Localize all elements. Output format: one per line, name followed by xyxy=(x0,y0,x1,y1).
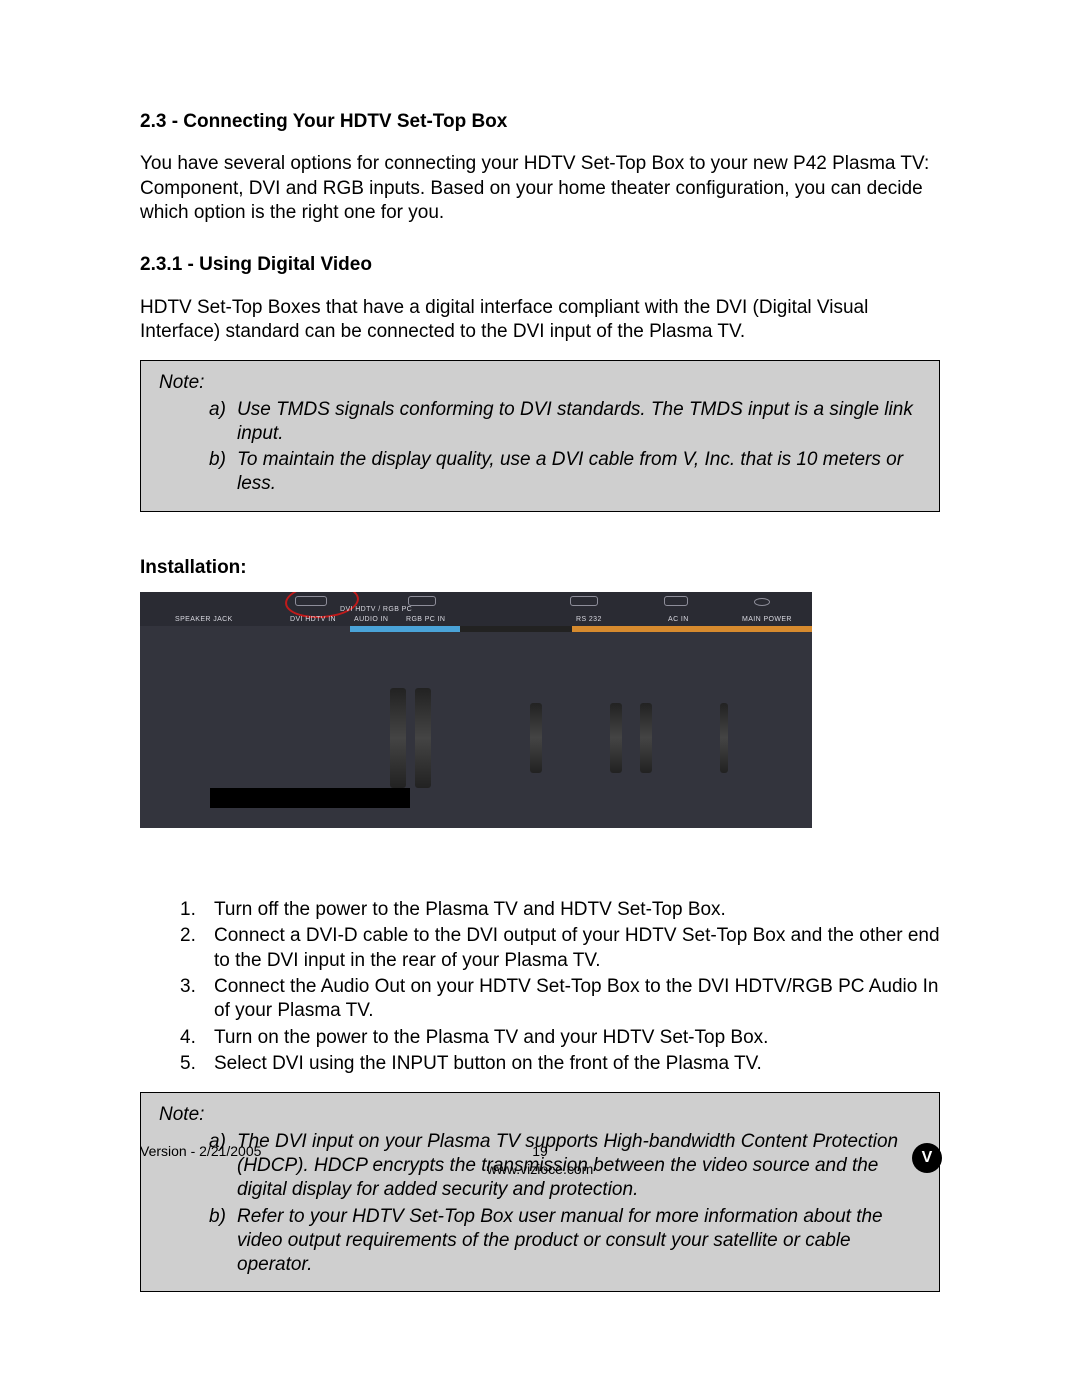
step-item: 2. Connect a DVI-D cable to the DVI outp… xyxy=(180,924,940,973)
footer-page-number: 19 xyxy=(532,1143,548,1159)
connector-icon xyxy=(415,688,431,788)
note-marker: b) xyxy=(209,448,226,472)
connector-icon xyxy=(390,688,406,788)
section-intro: You have several options for connecting … xyxy=(140,152,940,225)
footer-url: www.vizioce.com xyxy=(487,1161,594,1177)
port-icon xyxy=(408,596,436,606)
note-text: Use TMDS signals conforming to DVI stand… xyxy=(237,399,913,444)
step-item: 1. Turn off the power to the Plasma TV a… xyxy=(180,898,940,922)
port-label-main-power: MAIN POWER xyxy=(742,616,792,625)
port-label-rs232: RS 232 xyxy=(576,616,602,625)
step-text: Select DVI using the INPUT button on the… xyxy=(214,1053,762,1074)
step-text: Connect a DVI-D cable to the DVI output … xyxy=(214,925,940,970)
step-marker: 3. xyxy=(180,975,196,999)
note-item: a) Use TMDS signals conforming to DVI st… xyxy=(209,398,925,447)
connector-icon xyxy=(530,703,542,773)
step-marker: 1. xyxy=(180,898,196,922)
diagram-bar-icon xyxy=(210,788,410,808)
page-footer: Version - 2/21/2005 19 www.vizioce.com xyxy=(140,1143,940,1179)
step-item: 5. Select DVI using the INPUT button on … xyxy=(180,1052,940,1076)
step-text: Turn on the power to the Plasma TV and y… xyxy=(214,1027,768,1048)
step-item: 4. Turn on the power to the Plasma TV an… xyxy=(180,1026,940,1050)
port-label-ac-in: AC IN xyxy=(668,616,689,625)
note-label: Note: xyxy=(159,1103,925,1127)
port-label-speaker-jack: SPEAKER JACK xyxy=(175,616,233,625)
step-text: Turn off the power to the Plasma TV and … xyxy=(214,899,726,920)
step-marker: 5. xyxy=(180,1052,196,1076)
step-marker: 4. xyxy=(180,1026,196,1050)
installation-steps: 1. Turn off the power to the Plasma TV a… xyxy=(140,898,940,1076)
port-icon xyxy=(295,596,327,606)
port-icon xyxy=(754,598,770,606)
connector-icon xyxy=(720,703,728,773)
note-marker: b) xyxy=(209,1205,226,1229)
tv-back-panel-diagram: SPEAKER JACK DVI HDTV IN AUDIO IN DVI HD… xyxy=(140,592,812,828)
diagram-strip-icon xyxy=(572,626,812,632)
note-box-1: Note: a) Use TMDS signals conforming to … xyxy=(140,360,940,512)
connector-icon xyxy=(610,703,622,773)
note-box-2: Note: a) The DVI input on your Plasma TV… xyxy=(140,1092,940,1292)
diagram-strip-icon xyxy=(460,626,572,632)
diagram-strip-icon xyxy=(350,626,460,632)
note-text: Refer to your HDTV Set-Top Box user manu… xyxy=(237,1206,883,1276)
note-label: Note: xyxy=(159,371,925,395)
step-marker: 2. xyxy=(180,924,196,948)
port-label-rgb-pc-in: RGB PC IN xyxy=(406,616,445,625)
installation-heading: Installation: xyxy=(140,556,940,580)
connector-icon xyxy=(640,703,652,773)
note-item: b) Refer to your HDTV Set-Top Box user m… xyxy=(209,1205,925,1278)
port-label-dvi-rgb-pc: DVI HDTV / RGB PC xyxy=(340,606,412,615)
port-label-audio-in: AUDIO IN xyxy=(354,616,388,625)
step-text: Connect the Audio Out on your HDTV Set-T… xyxy=(214,976,938,1021)
section-heading: 2.3 - Connecting Your HDTV Set-Top Box xyxy=(140,110,940,134)
note-marker: a) xyxy=(209,398,226,422)
note-item: b) To maintain the display quality, use … xyxy=(209,448,925,497)
port-icon xyxy=(664,596,688,606)
port-label-dvi-hdtv-in: DVI HDTV IN xyxy=(290,616,336,625)
step-item: 3. Connect the Audio Out on your HDTV Se… xyxy=(180,975,940,1024)
port-icon xyxy=(570,596,598,606)
note-text: To maintain the display quality, use a D… xyxy=(237,449,903,494)
subsection-heading: 2.3.1 - Using Digital Video xyxy=(140,253,940,277)
subsection-intro: HDTV Set-Top Boxes that have a digital i… xyxy=(140,296,940,345)
brand-logo-icon: V xyxy=(912,1143,942,1173)
